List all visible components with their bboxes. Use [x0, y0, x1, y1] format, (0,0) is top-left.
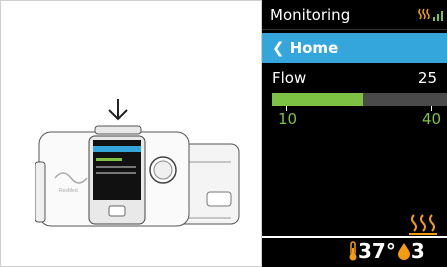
humidifier-status-icon [418, 8, 430, 20]
water-drop-icon [397, 243, 410, 260]
chevron-left-icon: ❮ [272, 39, 285, 57]
device-screen: Monitoring ❮ Home Flow 25 10 40 37° 3 [262, 0, 447, 267]
bottom-status: 37° 3 [348, 239, 425, 263]
signal-strength-icon [433, 11, 443, 21]
bar-min-label: 10 [278, 110, 298, 128]
flow-bar-fill [272, 93, 363, 106]
home-nav-button[interactable]: ❮ Home [262, 33, 447, 63]
thermometer-icon [349, 241, 357, 261]
down-arrow-icon [108, 99, 128, 121]
home-label: Home [289, 39, 339, 57]
metric-label: Flow [272, 69, 307, 87]
humidity-level-value: 3 [410, 239, 425, 263]
status-icons [417, 7, 443, 21]
device-illustration: ResMed [0, 0, 262, 267]
device-brand-text: ResMed [59, 188, 78, 194]
bottom-divider [262, 236, 447, 238]
flow-bar [272, 93, 447, 106]
metric-value: 25 [417, 69, 437, 87]
screen-title: Monitoring [270, 5, 351, 24]
temperature-value: 37° [358, 239, 396, 263]
cpap-device-drawing: ResMed [35, 125, 240, 227]
humidifier-icon [409, 214, 437, 235]
bar-max-label: 40 [422, 110, 442, 128]
